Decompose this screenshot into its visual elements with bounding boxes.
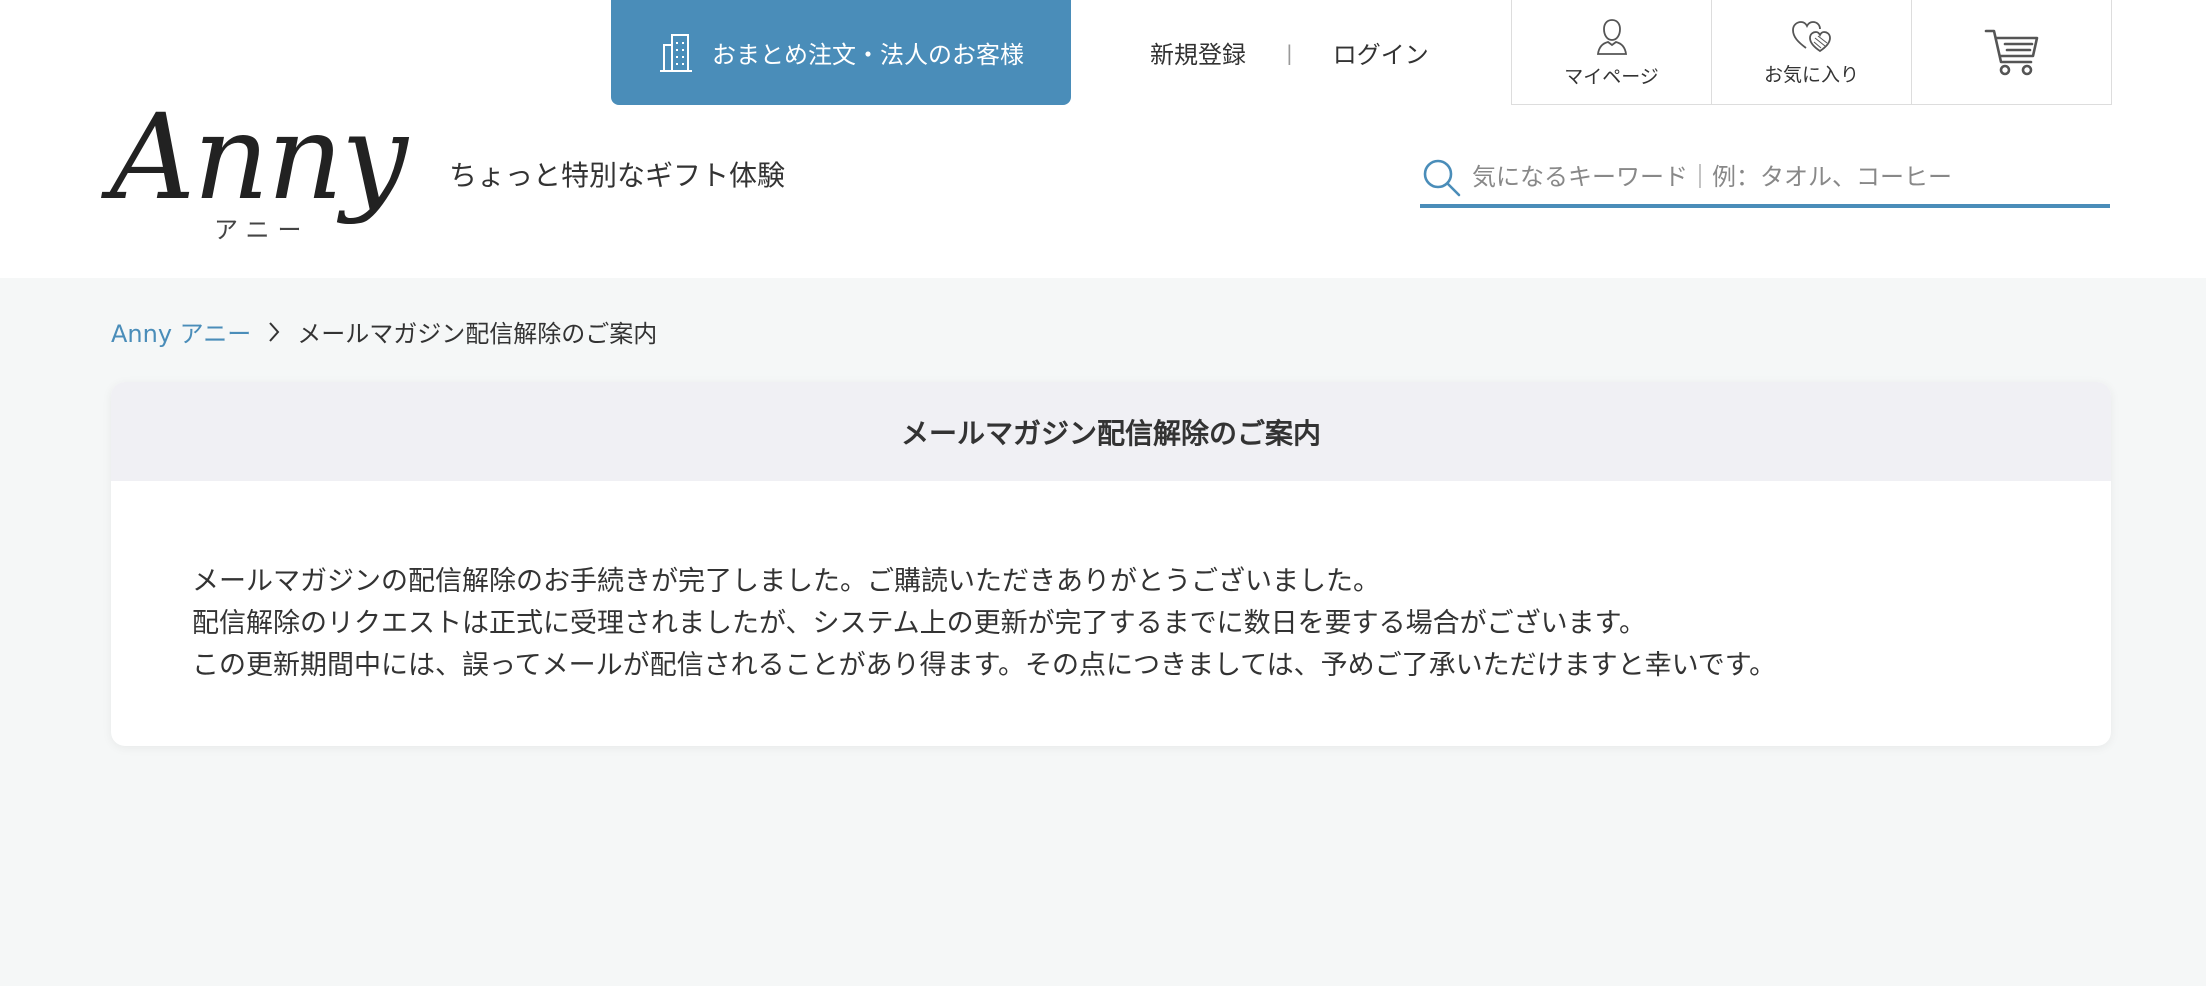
search-input[interactable]	[1472, 163, 2102, 191]
favorites-button[interactable]: お気に入り	[1712, 0, 1912, 104]
site-tagline: ちょっと特別なギフト体験	[449, 159, 786, 192]
breadcrumb-home-link[interactable]: Anny アニー	[111, 314, 251, 349]
chevron-right-icon	[269, 321, 280, 342]
auth-links: 新規登録 | ログイン	[1150, 0, 1429, 105]
corporate-order-label: おまとめ注文・法人のお客様	[712, 41, 1024, 69]
register-link[interactable]: 新規登録	[1150, 35, 1246, 70]
notice-line-3: この更新期間中には、誤ってメールが配信されることがあり得ます。その点につきまして…	[192, 650, 1777, 681]
mypage-label: マイページ	[1564, 65, 1659, 88]
card-title: メールマガジン配信解除のご案内	[111, 382, 2111, 481]
building-icon	[660, 33, 692, 72]
header-icon-nav: マイページ お気に入り	[1511, 0, 2112, 105]
breadcrumb-current: メールマガジン配信解除のご案内	[297, 320, 658, 348]
unsubscribe-notice-card: メールマガジン配信解除のご案内 メールマガジンの配信解除のお手続きが完了しました…	[111, 382, 2111, 746]
login-link[interactable]: ログイン	[1333, 35, 1429, 70]
card-body: メールマガジンの配信解除のお手続きが完了しました。ご購読いただきありがとうござい…	[111, 481, 2111, 687]
site-logo[interactable]: Anny アニー	[110, 88, 410, 244]
favorites-label: お気に入り	[1763, 63, 1859, 86]
auth-separator: |	[1286, 40, 1293, 65]
search-bar	[1420, 150, 2110, 208]
logo-wordmark: Anny	[110, 88, 408, 226]
user-icon	[1596, 18, 1627, 55]
mypage-button[interactable]: マイページ	[1512, 0, 1712, 104]
search-icon[interactable]	[1420, 156, 1462, 198]
corporate-order-button[interactable]: おまとめ注文・法人のお客様	[611, 0, 1071, 105]
heart-icon	[1791, 20, 1831, 52]
logo-kana: アニー	[214, 216, 310, 244]
notice-line-1: メールマガジンの配信解除のお手続きが完了しました。ご購読いただきありがとうござい…	[192, 566, 1380, 597]
notice-line-2: 配信解除のリクエストは正式に受理されましたが、システム上の更新が完了するまでに数…	[192, 608, 1646, 639]
cart-icon	[1984, 29, 2038, 76]
breadcrumb: Anny アニー メールマガジン配信解除のご案内	[111, 314, 657, 349]
cart-button[interactable]	[1912, 0, 2112, 104]
site-header: おまとめ注文・法人のお客様 新規登録 | ログイン マイページ お気に入り An…	[0, 0, 2206, 278]
